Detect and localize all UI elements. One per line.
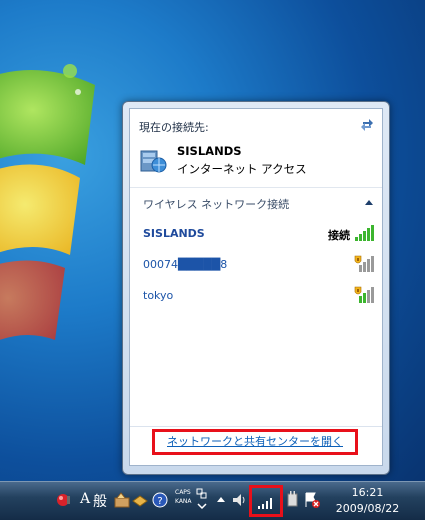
wifi-network-sislands[interactable]: SISLANDS 接続 <box>130 223 382 249</box>
divider <box>130 187 382 188</box>
help-icon[interactable]: ? <box>151 491 169 509</box>
chevron-down-icon[interactable] <box>197 502 207 510</box>
taskbar: A 般 ? CAPS KANA 16:21 2009/08/22 <box>0 481 425 520</box>
svg-text:?: ? <box>157 496 162 507</box>
open-network-sharing-center-link[interactable]: ネットワークと共有センターを開く <box>152 429 358 455</box>
power-plug-icon[interactable] <box>284 491 302 509</box>
network-flyout: 現在の接続先: SISLANDS インターネット アクセス ワイヤレス ネットワ… <box>122 101 390 475</box>
action-center-flag-icon[interactable] <box>303 491 321 509</box>
network-flyout-panel: 現在の接続先: SISLANDS インターネット アクセス ワイヤレス ネットワ… <box>129 108 383 466</box>
chevron-up-icon[interactable] <box>365 199 373 205</box>
clock-date: 2009/08/22 <box>335 502 400 515</box>
wifi-network-name: tokyo <box>143 289 174 302</box>
wifi-network-secured[interactable]: 00074█████8 <box>130 254 382 280</box>
ime-options-icon[interactable] <box>196 488 208 500</box>
ime-input-mode[interactable]: A <box>80 491 90 507</box>
wireless-section-title: ワイヤレス ネットワーク接続 <box>143 198 290 211</box>
caps-label: CAPS <box>175 489 191 496</box>
current-connection-label: 現在の接続先: <box>139 121 209 134</box>
current-network: SISLANDS インターネット アクセス <box>139 143 379 179</box>
network-globe-icon <box>140 150 167 173</box>
footer-divider <box>130 426 382 427</box>
refresh-icon[interactable] <box>360 117 374 131</box>
windows-logo <box>0 64 95 340</box>
taskbar-clock[interactable]: 16:21 2009/08/22 <box>330 485 405 517</box>
network-icon-highlight <box>249 485 283 517</box>
ime-pad-icon[interactable] <box>113 491 131 509</box>
current-network-access: インターネット アクセス <box>177 162 307 176</box>
show-hidden-icons-icon[interactable] <box>216 495 226 505</box>
volume-icon[interactable] <box>231 491 249 509</box>
ime-dictionary-icon[interactable] <box>131 491 149 509</box>
secured-signal-icon <box>354 255 374 272</box>
signal-strength-icon <box>355 225 374 241</box>
caps-kana-indicator: CAPS KANA <box>175 488 192 506</box>
wifi-connected-status: 接続 <box>328 229 350 242</box>
kana-label: KANA <box>175 498 192 505</box>
wifi-network-name: SISLANDS <box>143 227 205 240</box>
wifi-network-name: 00074█████8 <box>143 258 228 271</box>
language-bar-icon[interactable] <box>54 491 72 509</box>
ime-conversion-mode[interactable]: 般 <box>93 491 107 511</box>
current-network-name: SISLANDS <box>177 144 242 158</box>
clock-time: 16:21 <box>351 486 384 499</box>
wireless-section-header[interactable]: ワイヤレス ネットワーク接続 <box>130 191 382 215</box>
secured-signal-icon <box>354 286 374 303</box>
wifi-network-tokyo[interactable]: tokyo <box>130 285 382 311</box>
